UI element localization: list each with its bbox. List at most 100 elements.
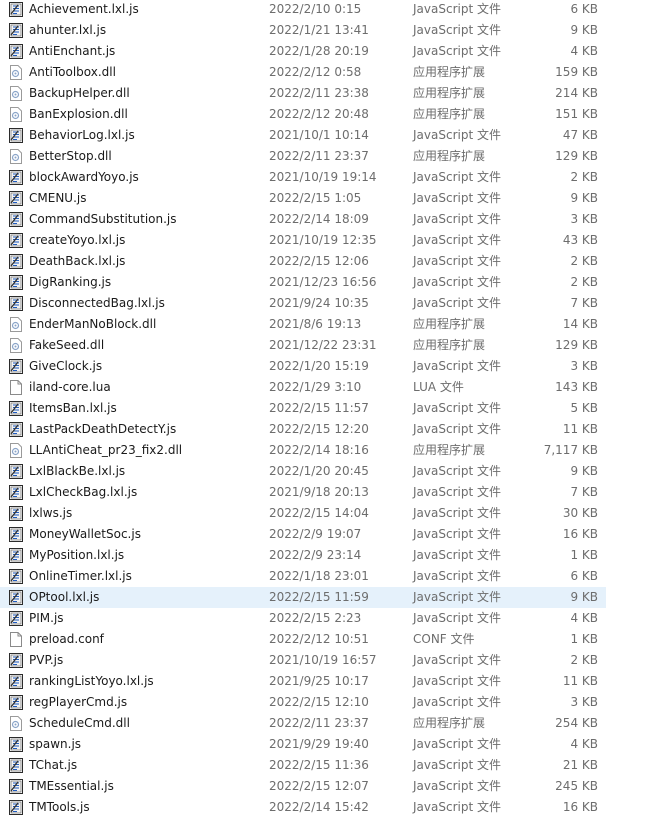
file-row[interactable]: DeathBack.lxl.js 2022/2/15 12:06 JavaScrip… — [0, 251, 606, 272]
file-size: 1 KB — [570, 632, 598, 646]
javascript-file-icon — [9, 422, 23, 437]
dll-file-icon — [9, 443, 23, 458]
file-size: 2 KB — [570, 170, 598, 184]
file-type: CONF 文件 — [413, 632, 475, 646]
file-type: 应用程序扩展 — [413, 65, 486, 79]
file-row[interactable]: DigRanking.js 2021/12/23 16:56 JavaScript … — [0, 272, 606, 293]
file-row[interactable]: TChat.js 2022/2/15 11:36 JavaScript 文件 21 K… — [0, 755, 606, 776]
file-row[interactable]: BehaviorLog.lxl.js 2021/10/1 10:14 JavaScr… — [0, 125, 606, 146]
file-name: blockAwardYoyo.js — [29, 170, 139, 184]
file-size: 16 KB — [562, 800, 598, 814]
file-row[interactable]: PIM.js 2022/2/15 2:23 JavaScript 文件 4 KB — [0, 608, 606, 629]
file-modified-date: 2022/1/21 13:41 — [269, 23, 369, 37]
file-name: PIM.js — [29, 611, 64, 625]
file-row[interactable]: FakeSeed.dll 2021/12/22 23:31 应用程序扩展 129 KB — [0, 335, 606, 356]
file-name: lxlws.js — [29, 506, 73, 520]
file-row[interactable]: lxlws.js 2022/2/15 14:04 JavaScript 文件 30 K… — [0, 503, 606, 524]
file-size: 9 KB — [570, 23, 598, 37]
file-name: FakeSeed.dll — [29, 338, 105, 352]
file-size: 16 KB — [562, 527, 598, 541]
file-row[interactable]: AntiEnchant.js 2022/1/28 20:19 JavaScript … — [0, 41, 606, 62]
file-modified-date: 2022/2/12 20:48 — [269, 107, 369, 121]
javascript-file-icon — [9, 779, 23, 794]
file-name: OnlineTimer.lxl.js — [29, 569, 132, 583]
file-name: TMEssential.js — [29, 779, 114, 793]
file-row[interactable]: rankingListYoyo.lxl.js 2021/9/25 10:17 Jav… — [0, 671, 606, 692]
file-name: TMTools.js — [29, 800, 90, 814]
javascript-file-icon — [9, 275, 23, 290]
file-row[interactable]: ScheduleCmd.dll 2022/2/11 23:37 应用程序扩展 254 … — [0, 713, 606, 734]
file-modified-date: 2022/2/15 11:36 — [269, 758, 369, 772]
file-row[interactable]: GiveClock.js 2022/1/20 15:19 JavaScript 文件… — [0, 356, 606, 377]
javascript-file-icon — [9, 758, 23, 773]
file-modified-date: 2021/9/24 10:35 — [269, 296, 369, 310]
file-modified-date: 2022/2/14 18:16 — [269, 443, 369, 457]
file-type: 应用程序扩展 — [413, 338, 486, 352]
file-row[interactable]: CMENU.js 2022/2/15 1:05 JavaScript 文件 9 KB — [0, 188, 606, 209]
javascript-file-icon — [9, 233, 23, 248]
file-modified-date: 2022/2/11 23:38 — [269, 86, 369, 100]
file-modified-date: 2021/10/19 12:35 — [269, 233, 377, 247]
file-size: 129 KB — [555, 338, 598, 352]
file-modified-date: 2022/1/20 15:19 — [269, 359, 369, 373]
file-name: ItemsBan.lxl.js — [29, 401, 117, 415]
file-row[interactable]: createYoyo.lxl.js 2021/10/19 12:35 JavaScr… — [0, 230, 606, 251]
file-name: LastPackDeathDetectY.js — [29, 422, 177, 436]
file-row[interactable]: CommandSubstitution.js 2022/2/14 18:09 Jav… — [0, 209, 606, 230]
file-row[interactable]: EnderManNoBlock.dll 2021/8/6 19:13 应用程序扩展 1… — [0, 314, 606, 335]
file-row[interactable]: LxlBlackBe.lxl.js 2022/1/20 20:45 JavaScri… — [0, 461, 606, 482]
file-modified-date: 2022/2/12 10:51 — [269, 632, 369, 646]
file-row[interactable]: LxlCheckBag.lxl.js 2021/9/18 20:13 JavaScr… — [0, 482, 606, 503]
file-type: 应用程序扩展 — [413, 149, 486, 163]
file-row[interactable]: preload.conf 2022/2/12 10:51 CONF 文件 1 KB — [0, 629, 606, 650]
dll-file-icon — [9, 149, 23, 164]
file-size: 159 KB — [555, 65, 598, 79]
file-row[interactable]: MyPosition.lxl.js 2022/2/9 23:14 JavaScrip… — [0, 545, 606, 566]
file-row[interactable]: TMEssential.js 2022/2/15 12:07 JavaScript … — [0, 776, 606, 797]
file-name: AntiEnchant.js — [29, 44, 116, 58]
file-row[interactable]: regPlayerCmd.js 2022/2/15 12:10 JavaScript… — [0, 692, 606, 713]
file-modified-date: 2022/2/10 0:15 — [269, 2, 362, 16]
file-row[interactable]: TMTools.js 2022/2/14 15:42 JavaScript 文件 16… — [0, 797, 606, 818]
file-modified-date: 2022/2/9 19:07 — [269, 527, 362, 541]
file-size: 3 KB — [570, 359, 598, 373]
file-row[interactable]: LLAntiCheat_pr23_fix2.dll 2022/2/14 18:16… — [0, 440, 606, 461]
file-row[interactable]: MoneyWalletSoc.js 2022/2/9 19:07 JavaScrip… — [0, 524, 606, 545]
file-name: ScheduleCmd.dll — [29, 716, 130, 730]
file-size: 9 KB — [570, 191, 598, 205]
file-row[interactable]: spawn.js 2021/9/29 19:40 JavaScript 文件 4 KB — [0, 734, 606, 755]
file-size: 129 KB — [555, 149, 598, 163]
file-size: 2 KB — [570, 653, 598, 667]
file-size: 21 KB — [562, 758, 598, 772]
file-row[interactable]: iland-core.lua 2022/1/29 3:10 LUA 文件 143 KB — [0, 377, 606, 398]
file-name: createYoyo.lxl.js — [29, 233, 126, 247]
javascript-file-icon — [9, 170, 23, 185]
file-size: 11 KB — [562, 422, 598, 436]
file-row[interactable]: OnlineTimer.lxl.js 2022/1/18 23:01 JavaScr… — [0, 566, 606, 587]
javascript-file-icon — [9, 548, 23, 563]
file-modified-date: 2022/2/15 12:20 — [269, 422, 369, 436]
javascript-file-icon — [9, 128, 23, 143]
blank-file-icon — [9, 632, 23, 647]
file-name: LxlBlackBe.lxl.js — [29, 464, 126, 478]
file-row[interactable]: ItemsBan.lxl.js 2022/2/15 11:57 JavaScript… — [0, 398, 606, 419]
file-row[interactable]: LastPackDeathDetectY.js 2022/2/15 12:20 Ja… — [0, 419, 606, 440]
file-row[interactable]: blockAwardYoyo.js 2021/10/19 19:14 JavaScr… — [0, 167, 606, 188]
file-modified-date: 2021/12/22 23:31 — [269, 338, 377, 352]
file-row[interactable]: DisconnectedBag.lxl.js 2021/9/24 10:35 Jav… — [0, 293, 606, 314]
file-row[interactable]: OPtool.lxl.js 2022/2/15 11:59 JavaScript 文… — [0, 587, 606, 608]
file-modified-date: 2022/2/9 23:14 — [269, 548, 362, 562]
file-name: CommandSubstitution.js — [29, 212, 177, 226]
file-row[interactable]: Achievement.lxl.js 2022/2/10 0:15 JavaScri… — [0, 0, 606, 20]
file-row[interactable]: AntiToolbox.dll 2022/2/12 0:58 应用程序扩展 159 K… — [0, 62, 606, 83]
file-row[interactable]: PVP.js 2021/10/19 16:57 JavaScript 文件 2 KB — [0, 650, 606, 671]
file-row[interactable]: BetterStop.dll 2022/2/11 23:37 应用程序扩展 129 K… — [0, 146, 606, 167]
file-row[interactable]: BanExplosion.dll 2022/2/12 20:48 应用程序扩展 151… — [0, 104, 606, 125]
file-size: 2 KB — [570, 254, 598, 268]
file-row[interactable]: BackupHelper.dll 2022/2/11 23:38 应用程序扩展 214… — [0, 83, 606, 104]
file-type: 应用程序扩展 — [413, 716, 486, 730]
file-size: 1 KB — [570, 548, 598, 562]
file-modified-date: 2022/1/28 20:19 — [269, 44, 369, 58]
file-name: MoneyWalletSoc.js — [29, 527, 141, 541]
file-row[interactable]: ahunter.lxl.js 2022/1/21 13:41 JavaScript … — [0, 20, 606, 41]
